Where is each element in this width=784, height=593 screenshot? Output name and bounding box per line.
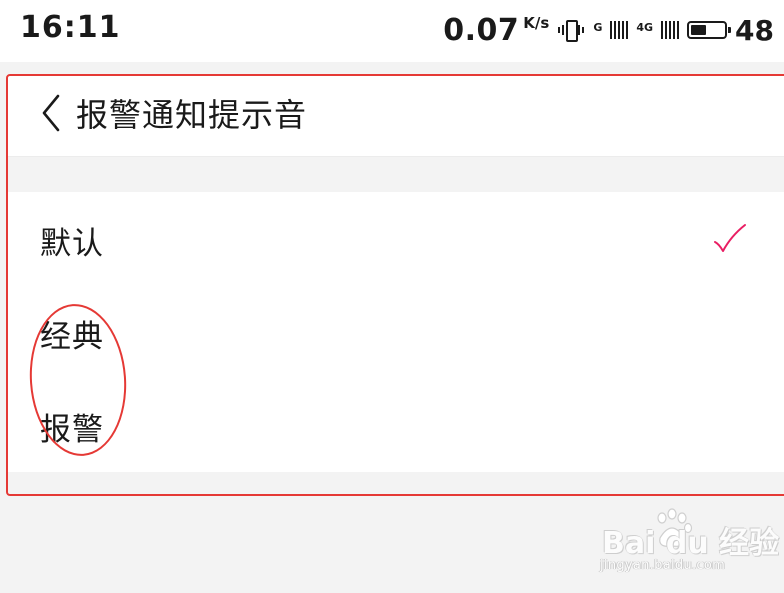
sound-option-alarm[interactable]: 报警 [8,378,784,471]
battery-icon [687,21,732,39]
back-button[interactable] [36,88,66,138]
battery-level: 48 [735,13,774,47]
sound-option-label: 经典 [40,319,104,355]
sound-option-default[interactable]: 默认 [8,192,784,285]
sound-list: 默认 经典 报警 [8,192,784,472]
vibrate-icon [557,19,585,42]
network-speed: 0.07 [443,12,520,48]
signal-strength-icon [610,21,629,39]
checkmark-icon [714,224,746,252]
page-title: 报警通知提示音 [76,96,308,134]
network-type-label: G [593,20,603,34]
sound-option-classic[interactable]: 经典 [8,285,784,378]
sound-option-label: 默认 [40,226,104,262]
status-indicators: 0.07 K/s G 4G 48 [443,10,774,50]
network-type-label-4g: 4G [636,20,654,34]
page-header: 报警通知提示音 [8,76,784,157]
section-spacer [8,157,784,192]
watermark: Bai du 经验 jingyan.baidu.com [598,508,779,578]
screen: 16:11 0.07 K/s G 4G 48 报警通知提示音 默认 经典 报警 … [0,0,784,593]
network-speed-unit: K/s [523,14,550,32]
sound-option-label: 报警 [40,412,104,448]
signal-strength-icon-2 [661,21,680,39]
chevron-left-icon [42,94,60,132]
status-bar: 16:11 0.07 K/s G 4G 48 [0,0,784,62]
watermark-brand: Bai du 经验 [602,526,780,561]
status-time: 16:11 [20,10,121,45]
watermark-url: jingyan.baidu.com [600,558,726,573]
